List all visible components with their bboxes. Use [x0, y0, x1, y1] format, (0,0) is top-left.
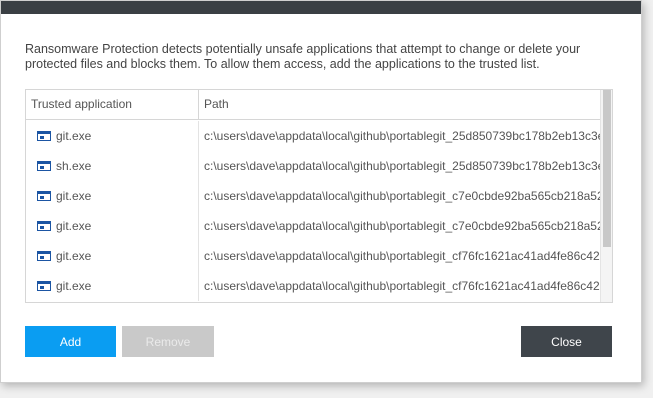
table-row[interactable]: sh.exe c:\users\dave\appdata\local\githu… [26, 151, 601, 181]
add-button[interactable]: Add [25, 326, 116, 357]
table-row[interactable]: git.exe c:\users\dave\appdata\local\gith… [26, 211, 601, 241]
app-cell: git.exe [26, 181, 199, 211]
path-cell: c:\users\dave\appdata\local\github\porta… [204, 219, 601, 233]
exe-icon [37, 251, 51, 261]
app-cell: git.exe [26, 241, 199, 271]
app-cell: git.exe [26, 271, 199, 301]
path-cell: c:\users\dave\appdata\local\github\porta… [204, 129, 601, 143]
scrollbar-thumb[interactable] [603, 90, 611, 247]
table-header: Trusted application Path [26, 90, 601, 120]
table-row[interactable]: git.exe c:\users\dave\appdata\local\gith… [26, 241, 601, 271]
column-header-trusted-application[interactable]: Trusted application [26, 90, 199, 119]
table-row[interactable]: git.exe c:\users\dave\appdata\local\gith… [26, 121, 601, 151]
app-name: git.exe [56, 129, 92, 143]
exe-icon [37, 161, 51, 171]
ransomware-trusted-apps-dialog: Ransomware Protection detects potentiall… [0, 0, 642, 383]
dialog-titlebar[interactable] [1, 1, 641, 14]
vertical-scrollbar[interactable] [600, 90, 612, 302]
app-cell: sh.exe [26, 151, 199, 181]
table-row[interactable]: git.exe c:\users\dave\appdata\local\gith… [26, 181, 601, 211]
trusted-applications-table: Trusted application Path git.exe c:\user… [25, 89, 613, 303]
exe-icon [37, 221, 51, 231]
app-name: git.exe [56, 279, 92, 293]
app-name: sh.exe [56, 159, 92, 173]
table-body: git.exe c:\users\dave\appdata\local\gith… [26, 121, 601, 301]
exe-icon [37, 131, 51, 141]
column-header-path[interactable]: Path [199, 90, 601, 119]
app-name: git.exe [56, 189, 92, 203]
remove-button[interactable]: Remove [122, 326, 214, 357]
path-cell: c:\users\dave\appdata\local\github\porta… [204, 159, 601, 173]
path-cell: c:\users\dave\appdata\local\github\porta… [204, 249, 601, 263]
app-cell: git.exe [26, 211, 199, 241]
exe-icon [37, 191, 51, 201]
table-row[interactable]: git.exe c:\users\dave\appdata\local\gith… [26, 271, 601, 301]
dialog-description: Ransomware Protection detects potentiall… [25, 42, 581, 71]
path-cell: c:\users\dave\appdata\local\github\porta… [204, 279, 601, 293]
app-name: git.exe [56, 249, 92, 263]
close-button[interactable]: Close [521, 326, 612, 357]
app-cell: git.exe [26, 121, 199, 151]
app-name: git.exe [56, 219, 92, 233]
path-cell: c:\users\dave\appdata\local\github\porta… [204, 189, 601, 203]
exe-icon [37, 281, 51, 291]
